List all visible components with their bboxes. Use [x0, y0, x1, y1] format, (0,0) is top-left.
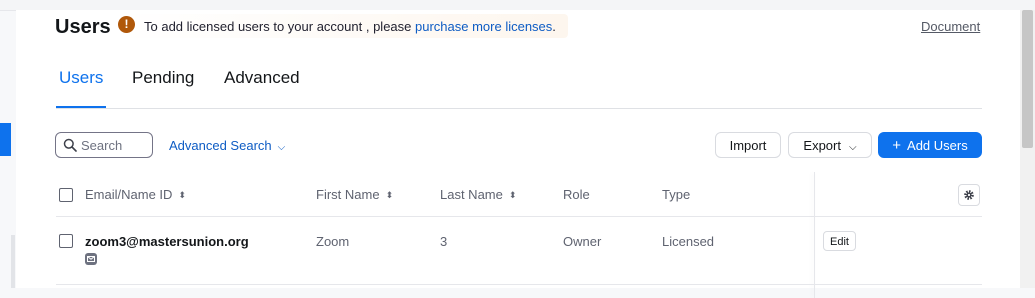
search-input[interactable]: [81, 136, 147, 154]
tab-divider: [56, 108, 982, 109]
chevron-down-icon: ⌵: [848, 142, 857, 153]
sort-icon: ⬍: [508, 190, 517, 200]
column-header-email[interactable]: Email/Name ID ⬍: [85, 187, 186, 202]
column-header-first-name-label: First Name: [316, 187, 380, 202]
scrollbar-thumb[interactable]: [1022, 10, 1033, 148]
search-box[interactable]: [55, 132, 153, 158]
column-header-type: Type: [662, 187, 691, 202]
add-users-label: Add Users: [907, 138, 968, 153]
sort-icon: ⬍: [385, 190, 394, 200]
banner-suffix: .: [552, 19, 556, 34]
row-type: Licensed: [662, 234, 715, 249]
advanced-search-label: Advanced Search: [169, 138, 272, 153]
add-users-button[interactable]: + Add Users: [878, 132, 982, 158]
main-panel: Users ! To add licensed users to your ac…: [16, 10, 1020, 298]
banner-message: To add licensed users to your account , …: [144, 19, 415, 34]
purchase-licenses-link[interactable]: purchase more licenses: [415, 19, 552, 34]
export-label: Export: [803, 138, 841, 153]
sticky-column-edge: [814, 172, 815, 298]
row-last-name: 3: [440, 234, 448, 249]
column-header-role: Role: [563, 187, 590, 202]
warning-icon: !: [118, 16, 135, 33]
import-button[interactable]: Import: [715, 132, 781, 158]
column-header-email-label: Email/Name ID: [85, 187, 173, 202]
column-header-last-name[interactable]: Last Name ⬍: [440, 187, 516, 202]
header-divider: [56, 216, 982, 217]
tab-pending[interactable]: Pending: [132, 68, 194, 88]
sort-icon: ⬍: [178, 190, 186, 200]
banner-text: To add licensed users to your account , …: [144, 19, 556, 34]
plus-icon: +: [892, 137, 902, 154]
gear-icon: [964, 190, 974, 200]
chevron-down-icon: ⌵: [277, 142, 286, 153]
row-email[interactable]: zoom3@mastersunion.org: [85, 234, 249, 249]
scrollbar[interactable]: [1020, 10, 1035, 288]
column-header-first-name[interactable]: First Name ⬍: [316, 187, 393, 202]
export-button[interactable]: Export ⌵: [788, 132, 872, 158]
tab-advanced[interactable]: Advanced: [224, 68, 300, 88]
license-banner: ! To add licensed users to your account …: [118, 14, 568, 38]
sidebar-active-indicator: [0, 123, 11, 156]
row-checkbox[interactable]: [59, 234, 73, 248]
row-first-name: Zoom: [316, 234, 350, 249]
tab-users[interactable]: Users: [59, 68, 103, 88]
mail-icon: [85, 253, 97, 265]
document-link[interactable]: Document: [921, 19, 980, 34]
edit-button[interactable]: Edit: [823, 231, 856, 251]
column-settings-button[interactable]: [958, 184, 980, 206]
search-icon: [63, 138, 77, 152]
select-all-checkbox[interactable]: [59, 188, 73, 202]
column-header-last-name-label: Last Name: [440, 187, 503, 202]
row-role: Owner: [563, 234, 602, 249]
advanced-search-dropdown[interactable]: Advanced Search ⌵: [169, 138, 285, 153]
row-divider: [56, 284, 982, 285]
page-title: Users: [55, 16, 111, 38]
sidebar-edge: [11, 235, 15, 288]
